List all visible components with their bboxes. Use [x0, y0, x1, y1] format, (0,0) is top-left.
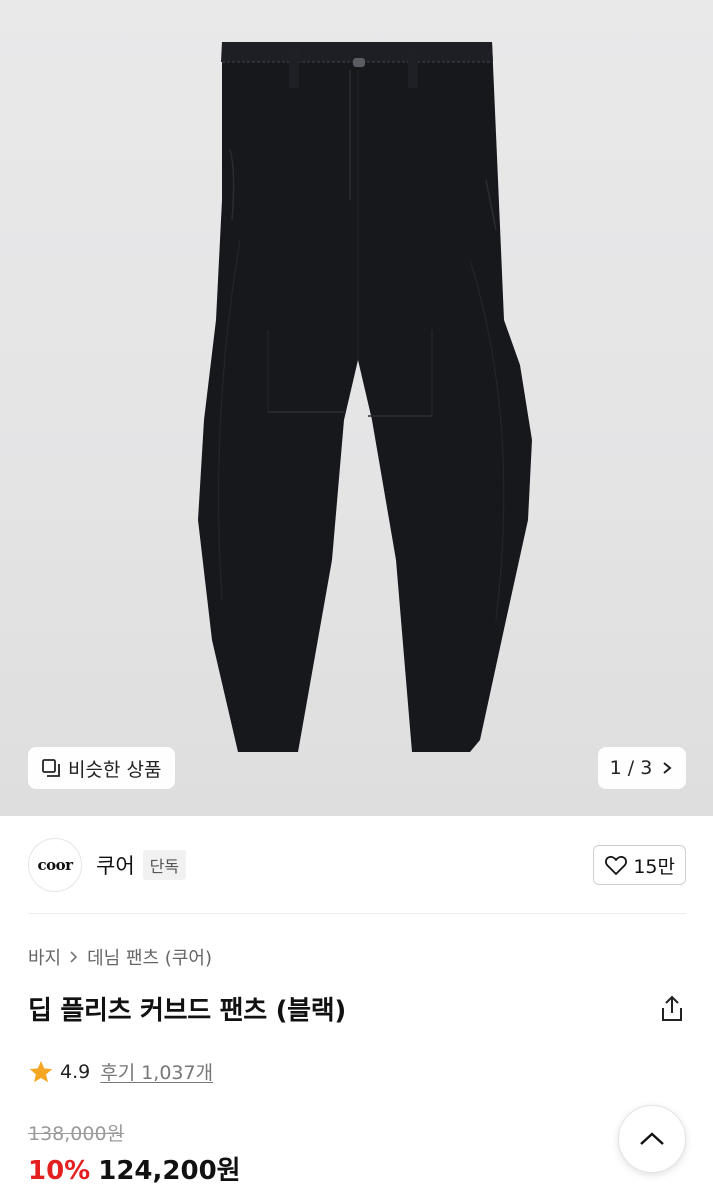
- image-pager-button[interactable]: 1 / 3: [598, 747, 686, 789]
- brand-name[interactable]: 쿠어: [96, 850, 135, 880]
- star-icon: [29, 1060, 53, 1082]
- product-image-gallery[interactable]: 비슷한 상품 1 / 3: [0, 0, 713, 816]
- product-title: 딥 플리츠 커브드 팬츠 (블랙): [28, 996, 346, 1026]
- similar-products-label: 비슷한 상품: [68, 758, 162, 781]
- discount-rate: 10%: [28, 1156, 91, 1186]
- title-row: 딥 플리츠 커브드 팬츠 (블랙): [28, 990, 686, 1027]
- brand-logo-text: coor: [37, 856, 73, 874]
- breadcrumb-item-category[interactable]: 바지: [28, 944, 61, 970]
- heart-outline-icon: [605, 856, 628, 875]
- similar-products-button[interactable]: 비슷한 상품: [28, 747, 176, 789]
- review-count-link[interactable]: 후기 1,037개: [100, 1058, 213, 1085]
- chevron-up-icon: [640, 1132, 664, 1145]
- image-pager-text: 1 / 3: [609, 757, 653, 779]
- brand-logo[interactable]: coor: [28, 838, 82, 892]
- sale-price: 124,200원: [98, 1156, 241, 1186]
- original-price: 138,000원: [28, 1123, 125, 1145]
- stacked-squares-icon: [42, 759, 60, 777]
- like-button[interactable]: 15만: [593, 845, 686, 885]
- brand-row: coor 쿠어 단독 15만: [28, 838, 686, 892]
- like-count: 15만: [633, 855, 675, 878]
- exclusive-badge: 단독: [142, 850, 187, 880]
- rating-row: 4.9 후기 1,037개: [28, 1058, 213, 1085]
- rating-score: 4.9: [60, 1060, 91, 1083]
- chevron-right-icon: [663, 762, 672, 774]
- breadcrumb: 바지 데님 팬츠 (쿠어): [28, 944, 212, 970]
- breadcrumb-item-subcategory[interactable]: 데님 팬츠 (쿠어): [87, 944, 212, 970]
- price-row: 10% 124,200원: [28, 1150, 241, 1187]
- share-icon[interactable]: [658, 994, 686, 1024]
- chevron-right-icon: [70, 951, 78, 963]
- divider: [28, 913, 686, 914]
- scroll-to-top-button[interactable]: [618, 1105, 686, 1173]
- product-image: [198, 42, 532, 752]
